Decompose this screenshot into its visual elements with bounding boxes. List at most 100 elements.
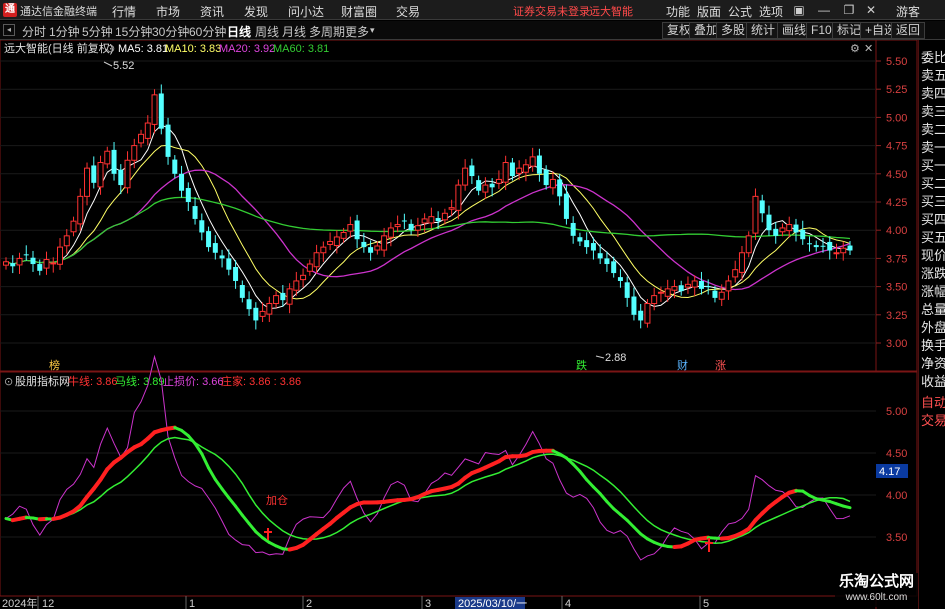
event-tag-finance[interactable]: 财 <box>677 358 688 372</box>
menu-ask[interactable]: 问小达 <box>288 3 324 20</box>
side-item-ask2[interactable]: 卖二 <box>921 119 945 138</box>
main-tick-label: 3.50 <box>886 282 907 294</box>
menu-wealth[interactable]: 财富圈 <box>341 3 377 20</box>
candle-body <box>300 274 307 281</box>
period-30min[interactable]: 30分钟 <box>152 23 189 40</box>
side-item-change-pct[interactable]: 涨幅 <box>921 281 945 300</box>
candle-body <box>786 224 793 232</box>
period-monthly[interactable]: 月线 <box>282 23 306 40</box>
side-item-turnover[interactable]: 换手 <box>921 335 945 354</box>
more-dropdown-icon[interactable]: ▾ <box>370 25 375 36</box>
time-label-jan: 1 <box>189 598 195 609</box>
side-item-change[interactable]: 涨跌 <box>921 263 945 282</box>
candle-body <box>624 282 630 298</box>
multi-stock-button[interactable]: 多股 <box>716 22 751 39</box>
candle-body <box>597 253 603 259</box>
menu-quotes[interactable]: 行情 <box>112 3 136 20</box>
menu-layout[interactable]: 版面 <box>697 3 721 20</box>
candle-body <box>584 240 590 248</box>
time-label-apr: 4 <box>565 598 571 609</box>
candle-body <box>16 257 23 266</box>
side-item-net-assets[interactable]: 净资 <box>921 353 945 372</box>
side-item-auto[interactable]: 自动 <box>921 392 945 411</box>
close-icon[interactable]: ✕ <box>862 2 880 18</box>
candle-body <box>354 220 360 240</box>
period-5min[interactable]: 5分钟 <box>82 23 113 40</box>
candle-body <box>212 243 218 253</box>
period-60min[interactable]: 60分钟 <box>189 23 226 40</box>
side-item-outer[interactable]: 外盘 <box>921 317 945 336</box>
candle-body <box>266 303 273 315</box>
event-tag-rank[interactable]: 榜 <box>49 358 60 372</box>
side-item-trade[interactable]: 交易 <box>921 410 945 429</box>
side-item-bid4[interactable]: 买四 <box>921 209 945 228</box>
candle-body <box>253 307 259 321</box>
candle-body <box>138 133 145 144</box>
title-stock-name: 远大智能 <box>589 6 633 18</box>
back-button[interactable]: 返回 <box>891 22 926 39</box>
indicator-settings-icon[interactable]: ⊙ <box>4 376 13 388</box>
menu-options[interactable]: 选项 <box>759 3 783 20</box>
side-item-bid5[interactable]: 买五 <box>921 227 945 246</box>
side-item-price[interactable]: 现价 <box>921 245 945 264</box>
period-daily[interactable]: 日线 <box>227 23 251 40</box>
candle-body <box>752 195 759 234</box>
candle-body <box>327 240 334 245</box>
candle-body <box>806 243 812 245</box>
menu-discover[interactable]: 发现 <box>244 3 268 20</box>
candle-body <box>421 218 428 224</box>
candle-body <box>651 295 658 305</box>
candle-body <box>482 184 489 193</box>
candle-body <box>813 245 819 248</box>
restore-icon[interactable]: ❐ <box>840 2 858 18</box>
period-weekly[interactable]: 周线 <box>255 23 279 40</box>
side-item-ask5[interactable]: 卖五 <box>921 65 945 84</box>
bull-line-label: 牛线: 3.86 <box>68 374 118 388</box>
menu-function[interactable]: 功能 <box>666 3 690 20</box>
main-tick-label: 5.50 <box>886 56 907 68</box>
menu-trade[interactable]: 交易 <box>396 3 420 20</box>
guest-label[interactable]: 游客 <box>896 3 920 20</box>
side-item-earnings[interactable]: 收益 <box>921 371 945 390</box>
chart-settings-icon[interactable]: ⚙ <box>850 43 860 55</box>
menu-formula[interactable]: 公式 <box>728 3 752 20</box>
trade-login-notice[interactable]: 证券交易未登录 <box>513 3 590 19</box>
side-item-ask4[interactable]: 卖四 <box>921 83 945 102</box>
side-item-bid2[interactable]: 买二 <box>921 173 945 192</box>
candle-body <box>77 195 84 225</box>
candle-body <box>206 231 212 248</box>
side-item-volume[interactable]: 总量 <box>921 299 945 318</box>
candle-body <box>158 93 164 129</box>
side-item-ask1[interactable]: 卖一 <box>921 137 945 156</box>
period-toolbar: ◂ 分时 1分钟 5分钟 15分钟 30分钟 60分钟 日线 周线 月线 多周期… <box>0 21 945 40</box>
period-intraday[interactable]: 分时 <box>22 23 46 40</box>
candle-body <box>448 207 455 210</box>
side-item-bid1[interactable]: 买一 <box>921 155 945 174</box>
collapse-left-icon[interactable]: ◂ <box>3 24 15 36</box>
period-15min[interactable]: 15分钟 <box>115 23 152 40</box>
dealer-label: 庄家: 3.86 : 3.86 <box>221 374 301 388</box>
side-item-bid3[interactable]: 买三 <box>921 191 945 210</box>
period-1min[interactable]: 1分钟 <box>49 23 80 40</box>
ma10-label: MA10: 3.83 <box>165 43 221 55</box>
side-item-ask3[interactable]: 卖三 <box>921 101 945 120</box>
candle-body <box>387 227 394 238</box>
time-label-may: 5 <box>703 598 709 609</box>
skin-icon[interactable]: ▣ <box>790 2 808 18</box>
event-tag-fall[interactable]: 跌 <box>576 358 587 372</box>
menu-news[interactable]: 资讯 <box>200 3 224 20</box>
main-tick-label: 4.75 <box>886 141 907 153</box>
minimize-icon[interactable]: — <box>815 2 833 18</box>
event-tag-rise[interactable]: 涨 <box>715 359 726 372</box>
chart-close-icon[interactable]: ✕ <box>864 43 873 55</box>
period-multi[interactable]: 多周期 <box>309 23 345 40</box>
side-item-commission-ratio[interactable]: 委比 <box>921 47 945 66</box>
candle-body <box>381 235 388 251</box>
period-more[interactable]: 更多 <box>345 23 369 40</box>
main-tick-label: 4.00 <box>886 225 907 237</box>
ma-settings-icon[interactable]: ⊙ <box>106 43 115 55</box>
candle-body <box>172 159 178 174</box>
menu-market[interactable]: 市场 <box>156 3 180 20</box>
kline-chart[interactable]: 远大智能(日线 前复权) ⊙ MA5: 3.81 MA10: 3.83 MA20… <box>0 40 918 609</box>
statistics-button[interactable]: 统计 <box>746 22 781 39</box>
